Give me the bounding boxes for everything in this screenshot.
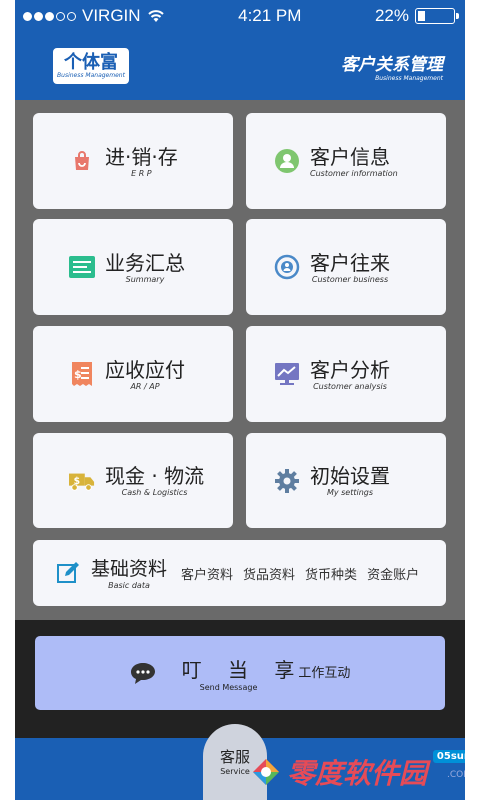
- tile-sublabel: Cash & Logistics: [121, 488, 188, 497]
- tile-label: 客户往来: [310, 250, 390, 275]
- tile-label: 基础资料: [91, 557, 168, 580]
- tile-sublabel: AR / AP: [130, 381, 160, 391]
- tile-label: 应收应付: [105, 357, 185, 382]
- wifi-icon: [147, 10, 164, 22]
- carrier: VIRGIN: [82, 6, 141, 25]
- status-bar: VIRGIN 4:21 PM 22%: [15, 0, 465, 32]
- page-title-main: 客户关系管理: [341, 55, 443, 75]
- shopping-bag-icon: [69, 148, 95, 174]
- message-sublabel: Send Message: [199, 683, 258, 692]
- svg-text:$: $: [74, 368, 82, 381]
- logo-text: 个体富: [64, 51, 118, 73]
- clock: 4:21 PM: [238, 6, 302, 25]
- link-goods-data[interactable]: 货品资料: [243, 564, 295, 583]
- chart-icon: [274, 361, 300, 387]
- truck-icon: $: [69, 468, 95, 494]
- list-icon: [69, 254, 95, 280]
- tile-settings[interactable]: 初始设置 My settings: [246, 433, 446, 528]
- battery-icon: [415, 8, 459, 24]
- receipt-icon: $: [69, 361, 95, 387]
- watermark: 零度软件园 05sun .COM: [251, 750, 465, 792]
- tile-label: 业务汇总: [105, 250, 185, 275]
- link-fund-accounts[interactable]: 资金账户: [367, 564, 419, 583]
- tile-label: 初始设置: [310, 464, 390, 488]
- app: VIRGIN 4:21 PM 22% 个体富 Business Manageme…: [15, 0, 465, 800]
- tile-erp[interactable]: 进·销·存 E R P: [33, 113, 233, 209]
- tile-sublabel: E R P: [131, 168, 152, 178]
- watermark-tag: 05sun: [432, 750, 465, 763]
- tile-customer-business[interactable]: 客户往来 Customer business: [246, 219, 446, 315]
- svg-text:$: $: [74, 475, 80, 486]
- message-suffix: 工作互动: [298, 666, 351, 681]
- message-title: 叮 当 享: [181, 658, 305, 682]
- target-icon: [274, 254, 300, 280]
- tile-customer-info[interactable]: 客户信息 Customer information: [246, 113, 446, 209]
- watermark-text: 零度软件园: [287, 757, 428, 790]
- menu-panel: 进·销·存 E R P 客户信息 Customer information 业务汇总…: [15, 100, 465, 620]
- logo-subtext: Business Management: [57, 71, 125, 79]
- signal-icon: [23, 11, 76, 21]
- app-logo[interactable]: 个体富 Business Management: [53, 48, 129, 84]
- link-customer-data[interactable]: 客户资料: [181, 564, 233, 583]
- tile-sublabel: Customer information: [310, 168, 398, 178]
- tile-label: 客户分析: [310, 357, 390, 382]
- page-title: 客户关系管理 Business Management: [341, 50, 443, 82]
- tile-customer-analysis[interactable]: 客户分析 Customer analysis: [246, 326, 446, 422]
- service-sublabel: Service: [220, 767, 250, 776]
- watermark-logo-icon: [253, 759, 279, 785]
- tile-sublabel: Summary: [125, 274, 165, 284]
- chat-bubble-icon: [130, 663, 155, 684]
- person-icon: [274, 148, 300, 174]
- edit-icon: [55, 560, 81, 586]
- app-header: 个体富 Business Management 客户关系管理 Business …: [15, 32, 465, 100]
- tile-sublabel: My settings: [326, 488, 374, 497]
- tile-sublabel: Customer analysis: [313, 381, 387, 391]
- footer-bar: 客服 Service 零度软件园 05sun .COM: [15, 724, 465, 800]
- tile-label: 客户信息: [310, 144, 390, 169]
- tile-label: 现金 · 物流: [105, 464, 205, 488]
- tile-sublabel: Customer business: [311, 274, 389, 284]
- gear-icon: [274, 468, 300, 494]
- tile-ar-ap[interactable]: $ 应收应付 AR / AP: [33, 326, 233, 422]
- tile-sublabel: Basic data: [108, 580, 150, 590]
- watermark-com: .COM: [447, 770, 465, 780]
- tile-summary[interactable]: 业务汇总 Summary: [33, 219, 233, 315]
- link-currency-types[interactable]: 货币种类: [305, 564, 357, 583]
- service-label: 客服: [219, 748, 250, 766]
- message-area: 叮 当 享工作互动 Send Message: [15, 620, 465, 738]
- page-title-sub: Business Management: [375, 75, 443, 82]
- tile-cash-logistics[interactable]: $ 现金 · 物流 Cash & Logistics: [33, 433, 233, 528]
- send-message-button[interactable]: 叮 当 享工作互动 Send Message: [35, 636, 445, 710]
- tile-basic-data[interactable]: 基础资料 Basic data 客户资料 货品资料 货币种类 资金账户: [33, 540, 446, 606]
- frame-right: [465, 0, 480, 800]
- tile-label: 进·销·存: [105, 144, 178, 169]
- battery-percent: 22%: [374, 6, 409, 25]
- frame-left: [0, 0, 15, 800]
- basic-data-links: 客户资料 货品资料 货币种类 资金账户: [181, 564, 419, 583]
